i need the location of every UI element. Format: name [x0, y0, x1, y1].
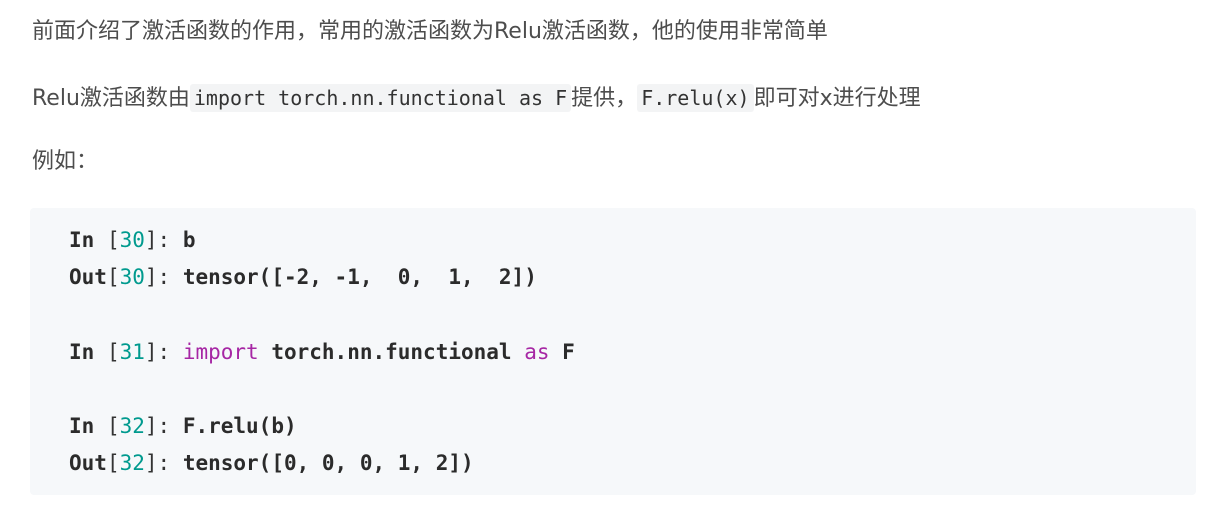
code-bracket-open: [: [94, 228, 120, 252]
code-cell-number: 32: [119, 414, 145, 438]
code-cell-number: 32: [119, 451, 145, 475]
relu-description-middle: 提供，: [571, 86, 638, 111]
code-bracket-open: [: [94, 340, 120, 364]
relu-description-suffix: 即可对x进行处理: [753, 86, 921, 111]
code-content: F.relu(b): [182, 414, 297, 438]
code-bracket-close: ]:: [144, 414, 183, 438]
inline-code-import: import torch.nn.functional as F: [189, 84, 572, 112]
code-content: tensor([0, 0, 0, 1, 2]): [182, 451, 474, 475]
code-bracket-close: ]:: [144, 228, 183, 252]
inline-code-relu: F.relu(x): [637, 84, 754, 112]
code-bracket-close: ]:: [144, 340, 183, 364]
code-prompt: In: [69, 414, 95, 438]
relu-description-prefix: Relu激活函数由: [32, 86, 190, 111]
code-bracket-close: ]:: [144, 451, 183, 475]
code-keyword: as: [524, 340, 550, 364]
code-content: F: [549, 340, 575, 364]
code-cell-number: 30: [119, 228, 145, 252]
code-block: In [30]: b Out[30]: tensor([-2, -1, 0, 1…: [30, 208, 1196, 495]
code-prompt: In: [69, 340, 95, 364]
code-cell-number: 30: [119, 265, 145, 289]
code-line: Out[32]: tensor([0, 0, 0, 1, 2]): [69, 449, 474, 477]
code-cell-number: 31: [119, 340, 145, 364]
code-line: Out[30]: tensor([-2, -1, 0, 1, 2]): [69, 263, 537, 291]
intro-paragraph: 前面介绍了激活函数的作用，常用的激活函数为Relu激活函数，他的使用非常简单: [32, 19, 828, 44]
code-bracket-open: [: [106, 451, 120, 475]
example-label: 例如：: [32, 149, 99, 174]
code-content: b: [182, 228, 196, 252]
code-prompt: Out: [69, 451, 107, 475]
code-bracket-open: [: [106, 265, 120, 289]
code-bracket-close: ]:: [144, 265, 183, 289]
code-line: In [30]: b: [69, 226, 195, 254]
code-prompt: Out: [69, 265, 107, 289]
code-prompt: In: [69, 228, 95, 252]
code-bracket-open: [: [94, 414, 120, 438]
code-content: torch.nn.functional: [258, 340, 525, 364]
code-line: In [32]: F.relu(b): [69, 412, 297, 440]
relu-description-paragraph: Relu激活函数由 import torch.nn.functional as F…: [32, 83, 921, 114]
code-content: tensor([-2, -1, 0, 1, 2]): [182, 265, 537, 289]
code-keyword: import: [182, 340, 259, 364]
code-line: In [31]: import torch.nn.functional as F: [69, 338, 575, 366]
